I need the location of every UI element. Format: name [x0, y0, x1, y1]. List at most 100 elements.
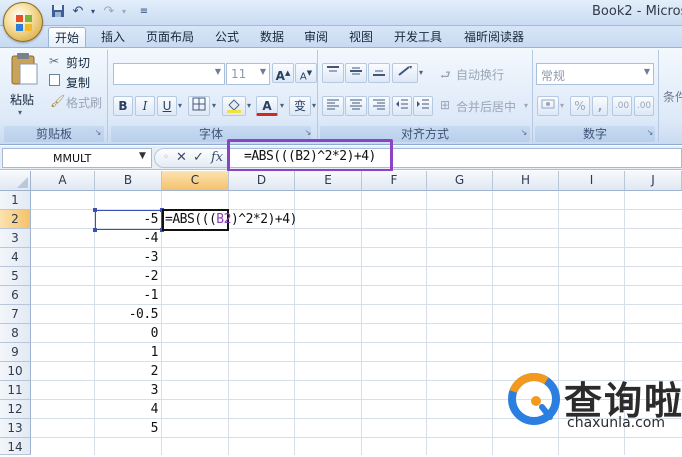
name-box[interactable]: MMULT ▼	[2, 148, 152, 168]
conditional-format-button[interactable]: 条件	[663, 88, 682, 105]
column-header-d[interactable]: D	[229, 171, 295, 191]
percent-button[interactable]: %	[570, 96, 590, 116]
wrap-text-button[interactable]: 自动换行	[456, 66, 504, 83]
row-header[interactable]: 7	[0, 305, 31, 324]
row-header[interactable]: 3	[0, 229, 31, 248]
chevron-down-icon[interactable]: ▾	[524, 101, 528, 110]
tab-insert[interactable]: 插入	[95, 27, 131, 48]
column-header-g[interactable]: G	[427, 171, 493, 191]
column-header-b[interactable]: B	[95, 171, 162, 191]
chevron-down-icon[interactable]: ▾	[178, 101, 182, 110]
row-header[interactable]: 1	[0, 191, 31, 210]
font-launcher-icon[interactable]: ↘	[303, 128, 313, 138]
reference-handle[interactable]	[93, 228, 97, 232]
cell-b3[interactable]: -4	[96, 231, 158, 246]
format-painter-button[interactable]: 格式刷	[66, 94, 102, 111]
column-header-i[interactable]: I	[559, 171, 625, 191]
number-launcher-icon[interactable]: ↘	[645, 128, 655, 138]
tab-review[interactable]: 审阅	[298, 27, 334, 48]
underline-button[interactable]: U	[157, 96, 177, 116]
column-header-j[interactable]: J	[625, 171, 682, 191]
phonetic-button[interactable]: 变	[289, 96, 311, 116]
align-center-button[interactable]	[345, 96, 367, 116]
tab-data[interactable]: 数据	[254, 27, 290, 48]
comma-button[interactable]: ,	[592, 96, 608, 116]
align-top-button[interactable]	[322, 63, 344, 83]
cell-b5[interactable]: -2	[96, 269, 158, 284]
row-header[interactable]: 8	[0, 324, 31, 343]
clipboard-launcher-icon[interactable]: ↘	[93, 128, 103, 138]
paste-button[interactable]: 粘贴	[10, 91, 34, 108]
cell-b9[interactable]: 1	[96, 345, 159, 360]
tab-formulas[interactable]: 公式	[209, 27, 245, 48]
align-middle-button[interactable]	[345, 63, 367, 83]
cell-b8[interactable]: 0	[96, 326, 159, 341]
number-format-combo[interactable]: 常规 ▼	[536, 63, 654, 85]
save-icon[interactable]	[50, 4, 66, 20]
cancel-icon[interactable]: ✕	[176, 150, 187, 166]
redo-dropdown-icon[interactable]: ▾	[116, 4, 132, 20]
column-header-e[interactable]: E	[295, 171, 362, 191]
bold-button[interactable]: B	[113, 96, 133, 116]
reference-handle[interactable]	[93, 208, 97, 212]
paste-dropdown-icon[interactable]: ▾	[18, 108, 22, 117]
font-size-combo[interactable]: 11 ▼	[226, 63, 270, 85]
customize-qat-icon[interactable]: ≡	[136, 4, 152, 20]
italic-button[interactable]: I	[135, 96, 155, 116]
grow-font-button[interactable]: A▲	[272, 63, 294, 83]
cell-b12[interactable]: 4	[96, 402, 159, 417]
select-all-corner[interactable]	[0, 171, 31, 191]
undo-dropdown-icon[interactable]: ▾	[85, 4, 101, 20]
office-button[interactable]	[3, 2, 43, 42]
row-header[interactable]: 10	[0, 362, 31, 381]
orientation-button[interactable]	[392, 63, 418, 83]
cell-edit-text[interactable]: =ABS(((B2)^2*2)+4)	[165, 212, 297, 227]
alignment-launcher-icon[interactable]: ↘	[519, 128, 529, 138]
row-header[interactable]: 4	[0, 248, 31, 267]
insert-function-icon[interactable]: fx	[211, 150, 223, 166]
tab-developer[interactable]: 开发工具	[388, 27, 448, 48]
enter-icon[interactable]: ✓	[193, 150, 204, 166]
shrink-font-button[interactable]: A▼	[295, 63, 317, 83]
cell-b11[interactable]: 3	[96, 383, 159, 398]
redo-icon[interactable]: ↷	[101, 4, 117, 20]
paste-icon[interactable]	[8, 52, 40, 86]
cut-button[interactable]: 剪切	[66, 54, 90, 71]
row-header[interactable]: 12	[0, 400, 31, 419]
font-color-button[interactable]: A	[256, 96, 278, 116]
decrease-decimal-button[interactable]: .00	[634, 96, 654, 116]
tab-page-layout[interactable]: 页面布局	[140, 27, 200, 48]
font-name-combo[interactable]: ▼	[113, 63, 225, 85]
chevron-down-icon[interactable]: ▾	[247, 101, 251, 110]
cell-b10[interactable]: 2	[96, 364, 159, 379]
chevron-down-icon[interactable]: ▾	[312, 101, 316, 110]
cell-b13[interactable]: 5	[96, 421, 159, 436]
tab-home[interactable]: 开始	[48, 27, 87, 48]
cell-b4[interactable]: -3	[96, 250, 158, 265]
borders-button[interactable]	[188, 96, 210, 116]
copy-button[interactable]: 复制	[66, 74, 90, 91]
chevron-down-icon[interactable]: ▾	[212, 101, 216, 110]
tab-foxit-reader[interactable]: 福昕阅读器	[458, 27, 530, 48]
align-left-button[interactable]	[322, 96, 344, 116]
increase-decimal-button[interactable]: .00	[612, 96, 632, 116]
column-header-h[interactable]: H	[493, 171, 559, 191]
tab-view[interactable]: 视图	[343, 27, 379, 48]
merge-center-button[interactable]: 合并后居中	[456, 98, 516, 115]
chevron-down-icon[interactable]: ▾	[419, 68, 423, 77]
column-header-c[interactable]: C	[162, 171, 229, 191]
cell-b6[interactable]: -1	[96, 288, 158, 303]
align-bottom-button[interactable]	[368, 63, 390, 83]
chevron-down-icon[interactable]: ▾	[560, 101, 564, 110]
decrease-indent-button[interactable]	[392, 96, 412, 116]
row-header[interactable]: 14	[0, 438, 31, 455]
cell-b7[interactable]: -0.5	[96, 307, 159, 322]
row-header[interactable]: 11	[0, 381, 31, 400]
column-header-a[interactable]: A	[31, 171, 95, 191]
align-right-button[interactable]	[368, 96, 390, 116]
increase-indent-button[interactable]	[413, 96, 433, 116]
row-header[interactable]: 2	[0, 210, 31, 229]
fill-color-button[interactable]	[222, 96, 246, 116]
row-header[interactable]: 9	[0, 343, 31, 362]
row-header[interactable]: 13	[0, 419, 31, 438]
